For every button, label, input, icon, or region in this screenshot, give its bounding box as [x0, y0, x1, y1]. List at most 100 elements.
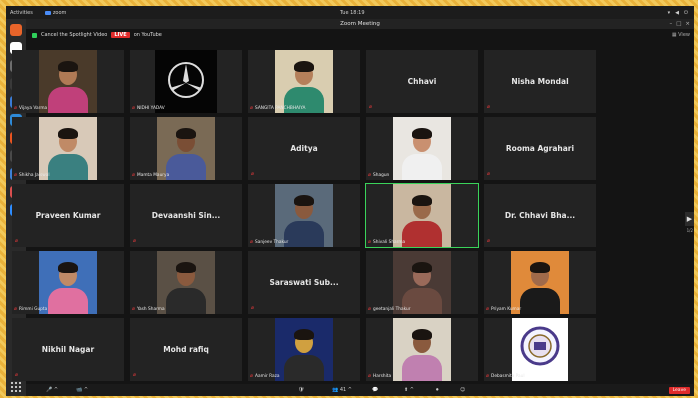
- participant-name: geetanjali Thakur: [373, 307, 411, 312]
- participant-tile[interactable]: ⌀ Sanjeev Thakur: [248, 184, 360, 247]
- participant-hair: [412, 329, 432, 340]
- spotlight-bar: Cancel the Spotlight Video LIVE on YouTu…: [26, 29, 694, 41]
- participant-name: Debasmita Paul: [491, 374, 525, 379]
- participant-video: [393, 117, 451, 180]
- participant-tile[interactable]: ⌀ NIDHI YADAV: [130, 50, 242, 113]
- participant-name: Vijaya Varma: [19, 106, 48, 111]
- participant-name-label: ⌀ Sanjeev Thakur: [250, 240, 288, 246]
- participant-name: Shikha Jaiswal: [19, 173, 50, 178]
- minimize-icon[interactable]: –: [669, 19, 672, 29]
- muted-mic-icon: ⌀: [14, 306, 18, 312]
- app-menu[interactable]: zoom: [44, 10, 66, 16]
- participant-hair: [58, 262, 78, 273]
- participant-tile[interactable]: Nikhil Nagar ⌀: [12, 318, 124, 381]
- live-target[interactable]: on YouTube: [134, 32, 162, 38]
- clock[interactable]: Tue 18:19: [340, 10, 365, 16]
- participant-name: Rimmi Gupta: [19, 307, 48, 312]
- record-button[interactable]: ⏺: [436, 387, 439, 393]
- window-title-bar: Zoom Meeting – □ ×: [26, 19, 694, 29]
- participant-video: [39, 117, 97, 180]
- participant-tile[interactable]: ⌀ Vijaya Varma: [12, 50, 124, 113]
- participant-tile[interactable]: Praveen Kumar ⌀: [12, 184, 124, 247]
- muted-mic-icon: ⌀: [368, 172, 372, 178]
- muted-mic-icon: ⌀: [486, 373, 490, 379]
- participant-video: [275, 184, 333, 247]
- share-screen-button[interactable]: ⬆ ^: [404, 387, 414, 393]
- muted-mic-icon: ⌀: [15, 372, 19, 378]
- participant-body: [284, 355, 324, 381]
- live-badge[interactable]: LIVE: [111, 32, 130, 38]
- participant-name: Rooma Agrahari: [505, 144, 575, 153]
- participant-tile[interactable]: ⌀ Debasmita Paul: [484, 318, 596, 381]
- participants-button[interactable]: 👥 41 ^: [332, 387, 352, 393]
- security-button[interactable]: 🛡: [298, 387, 304, 393]
- video-button[interactable]: 📹 ^: [76, 387, 88, 393]
- participant-name-label: ⌀ Mamta Maurya: [132, 173, 170, 179]
- next-page-button[interactable]: ▶: [685, 212, 694, 226]
- view-button[interactable]: ▦ View: [672, 32, 690, 38]
- muted-mic-icon: ⌀: [487, 238, 491, 244]
- participant-tile[interactable]: ⌀ SANGITA PANCHBHAIYA: [248, 50, 360, 113]
- leave-button[interactable]: Leave: [668, 386, 690, 394]
- maximize-icon[interactable]: □: [676, 19, 681, 29]
- participant-name-label: ⌀ Shagun: [368, 172, 389, 179]
- system-tray[interactable]: ▾ ◀ ⏻: [668, 10, 688, 16]
- participant-tile[interactable]: Saraswati Sub... ⌀: [248, 251, 360, 314]
- participant-name: Dr. Chhavi Bha...: [504, 211, 576, 220]
- participant-tile[interactable]: ⌀ Shikha Jaiswal: [12, 117, 124, 180]
- participant-name: Mamta Maurya: [137, 173, 170, 178]
- participant-tile[interactable]: Chhavi ⌀: [366, 50, 478, 113]
- participant-tile[interactable]: ⌀ Harshita: [366, 318, 478, 381]
- participant-name-label: ⌀ Shikha Jaiswal: [14, 172, 50, 179]
- participant-tile[interactable]: ⌀ Mamta Maurya: [130, 117, 242, 180]
- reactions-button[interactable]: ☺: [460, 387, 465, 393]
- window-controls[interactable]: – □ ×: [669, 19, 690, 29]
- participant-tile[interactable]: Devaanshi Sin... ⌀: [130, 184, 242, 247]
- participant-tile[interactable]: ⌀ Shivali Sharma: [365, 183, 479, 248]
- cancel-spotlight-button[interactable]: Cancel the Spotlight Video: [41, 32, 107, 38]
- participant-name-label: ⌀ NIDHI YADAV: [132, 106, 165, 112]
- participant-name-label: ⌀ geetanjali Thakur: [368, 307, 411, 313]
- participant-tile[interactable]: Dr. Chhavi Bha... ⌀: [484, 184, 596, 247]
- participant-tile[interactable]: Aditya ⌀: [248, 117, 360, 180]
- network-icon: ▾: [667, 9, 671, 16]
- chat-button[interactable]: 💬: [372, 387, 378, 393]
- muted-mic-icon: ⌀: [487, 104, 491, 110]
- participant-body: [166, 154, 206, 180]
- participant-tile[interactable]: ⌀ Priyam Kumar: [484, 251, 596, 314]
- zoom-icon: [44, 10, 51, 15]
- participant-body: [166, 288, 206, 314]
- participant-name: Chhavi: [407, 77, 437, 86]
- activities-button[interactable]: Activities: [10, 10, 33, 16]
- window-title: Zoom Meeting: [340, 21, 380, 27]
- participant-name-label: ⌀ Harshita: [368, 374, 391, 380]
- show-applications-icon[interactable]: [10, 381, 21, 392]
- participant-name-label: ⌀ Vijaya Varma: [14, 106, 48, 112]
- participant-video: [39, 251, 97, 314]
- participant-name: Aamir Raza: [255, 374, 280, 379]
- participant-name-label: ⌀ Aamir Raza: [250, 374, 280, 380]
- participant-tile[interactable]: ⌀ Aamir Raza: [248, 318, 360, 381]
- participant-tile[interactable]: Nisha Mondal ⌀: [484, 50, 596, 113]
- firefox-icon[interactable]: [10, 24, 22, 36]
- participant-name: Devaanshi Sin...: [151, 211, 221, 220]
- participant-tile[interactable]: ⌀ Yash Sharma: [130, 251, 242, 314]
- participant-name-label: ⌀ SANGITA PANCHBHAIYA: [250, 106, 306, 112]
- mute-button[interactable]: 🎤 ^: [46, 387, 58, 393]
- security-shield-icon: [32, 32, 37, 38]
- participant-name-label: ⌀ Yash Sharma: [132, 306, 165, 313]
- participant-tile[interactable]: ⌀ Rimmi Gupta: [12, 251, 124, 314]
- participant-tile[interactable]: ⌀ geetanjali Thakur: [366, 251, 478, 314]
- participant-tile[interactable]: Mohd rafiq ⌀: [130, 318, 242, 381]
- participant-name: Priyam Kumar: [491, 307, 522, 312]
- participant-hair: [412, 262, 432, 273]
- participant-name: Nisha Mondal: [511, 77, 569, 86]
- mercedes-logo: [155, 50, 217, 113]
- participant-tile[interactable]: ⌀ Shagun: [366, 117, 478, 180]
- muted-mic-icon: ⌀: [487, 171, 491, 177]
- close-icon[interactable]: ×: [685, 19, 690, 29]
- participant-tile[interactable]: Rooma Agrahari ⌀: [484, 117, 596, 180]
- participant-video: [157, 251, 215, 314]
- muted-mic-icon: ⌀: [132, 306, 136, 312]
- muted-mic-icon: ⌀: [14, 172, 18, 178]
